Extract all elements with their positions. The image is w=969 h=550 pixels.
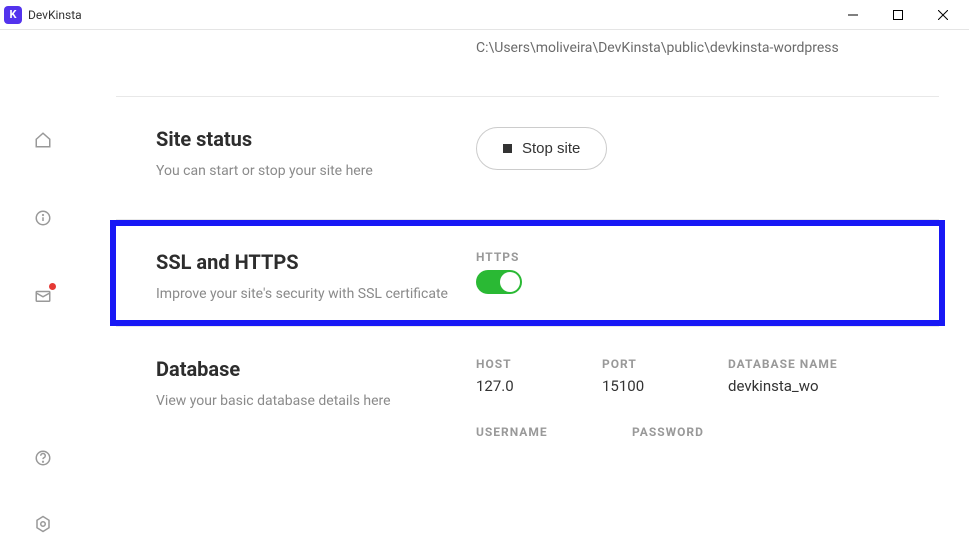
database-subtitle: View your basic database details here (156, 393, 476, 409)
db-host-value: 127.0 (476, 377, 546, 395)
app-icon-letter: K (10, 8, 17, 21)
db-name-value: devkinsta_wo (728, 377, 838, 395)
home-icon[interactable] (33, 130, 53, 150)
db-name-label: DATABASE NAME (728, 357, 838, 371)
info-icon[interactable] (33, 208, 53, 228)
db-username-label: USERNAME (476, 425, 576, 439)
db-port-value: 15100 (602, 377, 672, 395)
site-status-section: Site status You can start or stop your s… (116, 96, 939, 209)
toggle-knob (500, 272, 520, 292)
database-section: Database View your basic database detail… (116, 326, 939, 419)
window-titlebar: K DevKinsta (0, 0, 969, 30)
ssl-title: SSL and HTTPS (156, 250, 476, 274)
stop-icon (503, 144, 512, 153)
stop-site-button[interactable]: Stop site (476, 127, 607, 170)
site-path: C:\Users\moliveira\DevKinsta\public\devk… (116, 30, 939, 96)
db-host-label: HOST (476, 357, 546, 371)
settings-icon[interactable] (33, 514, 53, 534)
close-button[interactable] (920, 0, 965, 29)
help-icon[interactable] (33, 448, 53, 468)
minimize-button[interactable] (830, 0, 875, 29)
db-password-label: PASSWORD (632, 425, 732, 439)
ssl-subtitle: Improve your site's security with SSL ce… (156, 286, 476, 302)
mail-icon[interactable] (33, 286, 53, 306)
notification-dot (49, 283, 56, 290)
site-status-title: Site status (156, 127, 476, 151)
site-status-subtitle: You can start or stop your site here (156, 163, 476, 179)
db-port-label: PORT (602, 357, 672, 371)
https-toggle[interactable] (476, 270, 522, 294)
maximize-button[interactable] (875, 0, 920, 29)
database-title: Database (156, 357, 476, 381)
https-label: HTTPS (476, 250, 522, 264)
window-title: DevKinsta (28, 8, 830, 22)
stop-site-label: Stop site (522, 140, 580, 157)
app-icon: K (4, 6, 22, 24)
ssl-highlight: SSL and HTTPS Improve your site's securi… (110, 220, 945, 326)
